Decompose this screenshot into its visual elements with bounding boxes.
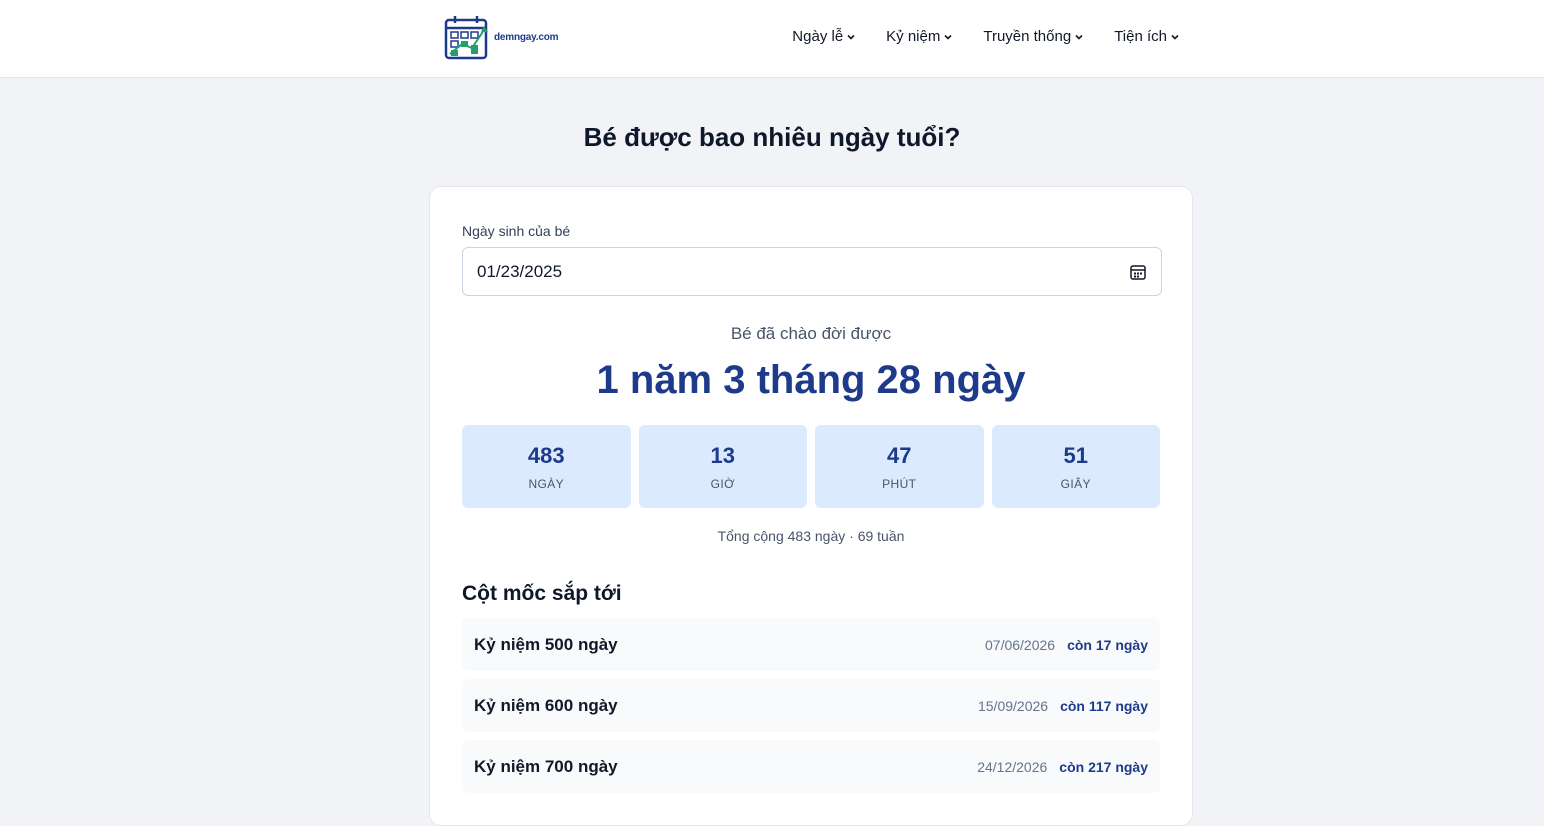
age-result: 1 năm 3 tháng 28 ngày <box>596 358 1026 402</box>
calculator-card: Ngày sinh của bé 01/23/2025 Bé đã chào đ… <box>429 186 1193 826</box>
stat-days: 483 NGÀY <box>462 425 631 508</box>
stat-label: PHÚT <box>882 477 917 491</box>
chevron-down-icon <box>944 34 952 40</box>
milestone-name: Kỷ niệm 700 ngày <box>474 756 618 776</box>
calendar-icon[interactable] <box>1129 263 1147 281</box>
milestones-title: Cột mốc sắp tới <box>462 582 622 605</box>
milestone-remaining: còn 17 ngày <box>1067 636 1148 653</box>
birth-date-label: Ngày sinh của bé <box>462 223 571 239</box>
list-item: Kỷ niệm 500 ngày 07/06/2026 còn 17 ngày <box>462 618 1160 671</box>
stat-value: 47 <box>887 443 912 468</box>
nav-item-label: Ngày lễ <box>792 28 844 45</box>
main-nav: Ngày lễ Kỷ niệm Truyền thống Tiện ích <box>792 28 1180 45</box>
stat-label: NGÀY <box>528 477 565 491</box>
milestone-date: 15/09/2026 <box>977 697 1049 714</box>
list-item: Kỷ niệm 700 ngày 24/12/2026 còn 217 ngày <box>462 740 1160 793</box>
result-intro: Bé đã chào đời được <box>730 324 892 343</box>
milestone-meta: 07/06/2026 còn 17 ngày <box>985 637 1148 653</box>
chevron-down-icon <box>1075 34 1083 40</box>
nav-item-ky-niem[interactable]: Kỷ niệm <box>886 28 953 45</box>
nav-item-label: Tiện ích <box>1114 28 1167 45</box>
total-summary: Tổng cộng 483 ngày · 69 tuần <box>717 528 905 544</box>
site-header: demngay.com Ngày lễ Kỷ niệm Truyền thống… <box>0 0 1544 78</box>
milestone-date: 24/12/2026 <box>977 758 1048 775</box>
birth-date-input[interactable]: 01/23/2025 <box>462 247 1162 296</box>
page-title: Bé được bao nhiêu ngày tuổi? <box>583 122 961 152</box>
nav-item-tien-ich[interactable]: Tiện ích <box>1114 28 1180 45</box>
stats-grid: 483 NGÀY 13 GIỜ 47 PHÚT 51 GIÂY <box>462 425 1160 508</box>
nav-item-label: Truyền thống <box>983 28 1072 45</box>
birth-date-value: 01/23/2025 <box>477 261 563 281</box>
stat-value: 483 <box>527 443 565 468</box>
list-item: Kỷ niệm 600 ngày 15/09/2026 còn 117 ngày <box>462 679 1160 732</box>
milestone-name: Kỷ niệm 500 ngày <box>474 634 618 654</box>
calendar-chart-icon <box>444 16 488 60</box>
milestone-name: Kỷ niệm 600 ngày <box>474 695 618 715</box>
stat-hours: 13 GIỜ <box>638 425 807 508</box>
milestone-meta: 24/12/2026 còn 217 ngày <box>977 759 1148 775</box>
nav-item-truyen-thong[interactable]: Truyền thống <box>983 28 1084 45</box>
milestones-list: Kỷ niệm 500 ngày 07/06/2026 còn 17 ngày … <box>462 618 1160 793</box>
milestone-remaining: còn 117 ngày <box>1060 697 1148 714</box>
stat-label: GIÂY <box>1060 477 1091 491</box>
milestone-date: 07/06/2026 <box>985 636 1056 653</box>
nav-item-label: Kỷ niệm <box>886 28 941 45</box>
stat-seconds: 51 GIÂY <box>991 425 1160 508</box>
chevron-down-icon <box>1171 34 1179 40</box>
stat-label: GIỜ <box>710 477 735 491</box>
nav-item-ngay-le[interactable]: Ngày lễ <box>792 28 856 45</box>
stat-value: 51 <box>1063 443 1088 468</box>
chevron-down-icon <box>847 34 855 40</box>
logo-text: demngay.com <box>494 31 559 43</box>
stat-value: 13 <box>710 443 735 468</box>
milestone-meta: 15/09/2026 còn 117 ngày <box>978 698 1148 714</box>
stat-minutes: 47 PHÚT <box>815 425 984 508</box>
site-logo[interactable]: demngay.com <box>444 14 559 60</box>
milestone-remaining: còn 217 ngày <box>1059 758 1148 775</box>
